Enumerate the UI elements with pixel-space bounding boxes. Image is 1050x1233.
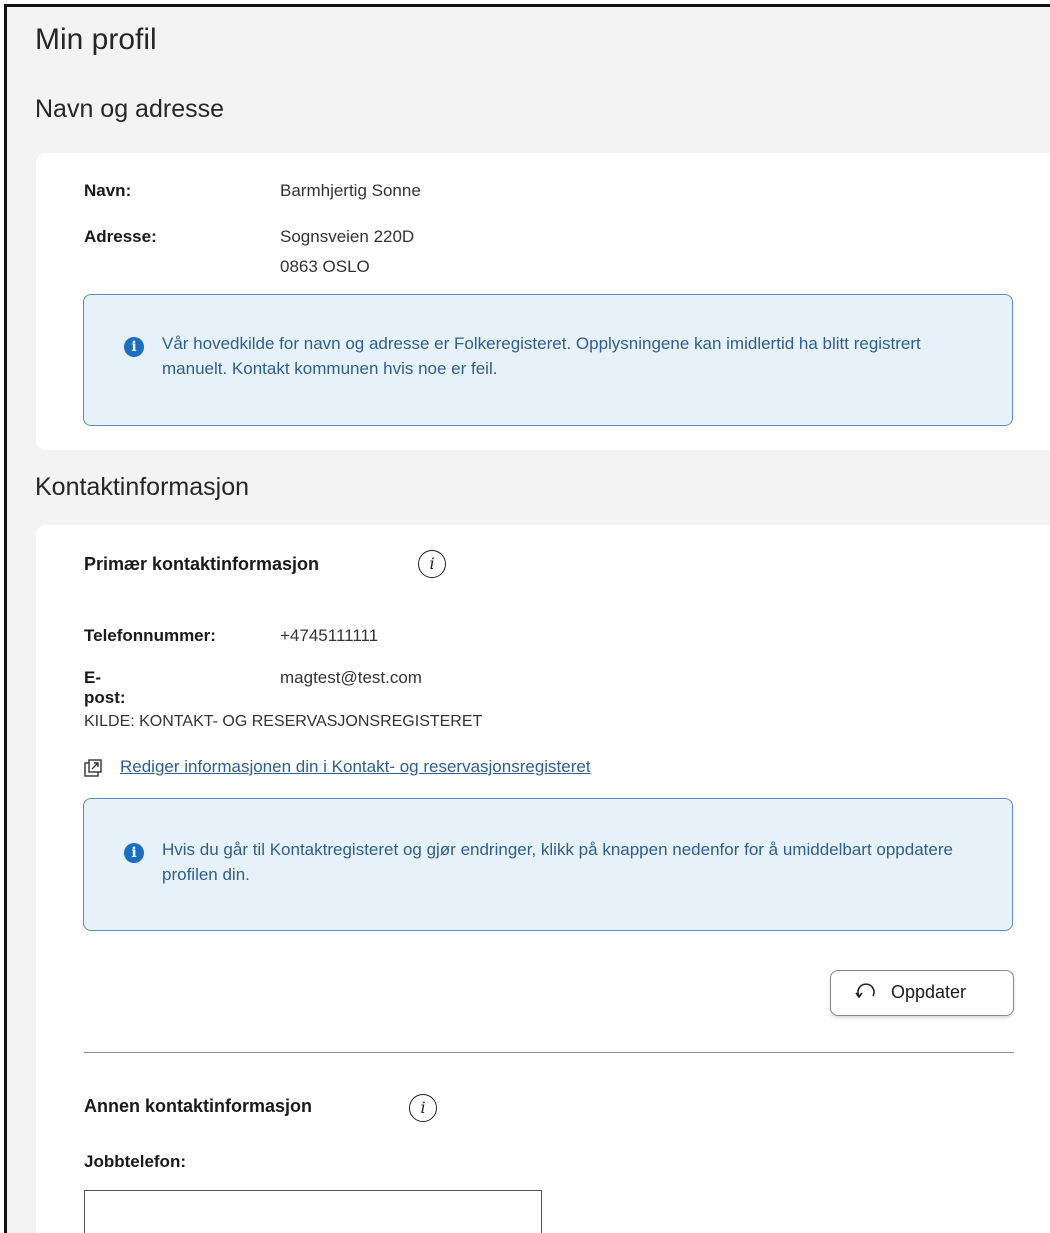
profile-page: Min profil Navn og adresse Navn: Barmhje… — [4, 4, 1050, 1233]
work-phone-label: Jobbtelefon: — [84, 1152, 186, 1171]
contact-info-text: Hvis du går til Kontaktregisteret og gjø… — [162, 840, 953, 884]
address-label: Adresse: — [84, 227, 157, 246]
section-divider — [84, 1052, 1014, 1053]
other-contact-heading: Annen kontaktinformasjon — [84, 1096, 313, 1116]
external-link-icon — [84, 759, 102, 777]
contact-heading: Kontaktinformasjon — [35, 473, 250, 501]
refresh-button[interactable]: Oppdater — [830, 970, 1014, 1016]
help-icon[interactable]: i — [418, 550, 446, 578]
contact-info-box: i Hvis du går til Kontaktregisteret og g… — [83, 798, 1013, 931]
name-address-info-box: i Vår hovedkilde for navn og adresse er … — [83, 294, 1013, 426]
work-phone-input[interactable] — [84, 1190, 542, 1233]
contact-card: Primær kontaktinformasjon i Telefonnumme… — [36, 525, 1050, 1233]
refresh-button-label: Oppdater — [891, 982, 967, 1002]
help-icon[interactable]: i — [409, 1094, 437, 1122]
info-icon: i — [124, 337, 144, 357]
email-label: E-post: — [84, 668, 126, 707]
phone-label: Telefonnummer: — [84, 626, 216, 645]
email-value: magtest@test.com — [280, 668, 422, 687]
phone-value: +4745111111 — [280, 626, 379, 645]
info-icon: i — [124, 843, 144, 863]
page-title: Min profil — [35, 23, 157, 56]
refresh-icon — [855, 983, 875, 999]
name-address-card: Navn: Barmhjertig Sonne Adresse: Sognsve… — [36, 153, 1050, 450]
address-line-1: Sognsveien 220D — [280, 227, 415, 246]
primary-contact-heading: Primær kontaktinformasjon — [84, 554, 320, 574]
name-address-heading: Navn og adresse — [35, 95, 225, 123]
name-value: Barmhjertig Sonne — [280, 181, 421, 200]
edit-krr-link[interactable]: Rediger informasjonen din i Kontakt- og … — [120, 757, 591, 777]
name-address-info-text: Vår hovedkilde for navn og adresse er Fo… — [162, 334, 921, 378]
address-line-2: 0863 OSLO — [280, 257, 370, 276]
source-text: KILDE: KONTAKT- OG RESERVASJONSREGISTERE… — [84, 713, 483, 730]
name-label: Navn: — [84, 181, 132, 200]
